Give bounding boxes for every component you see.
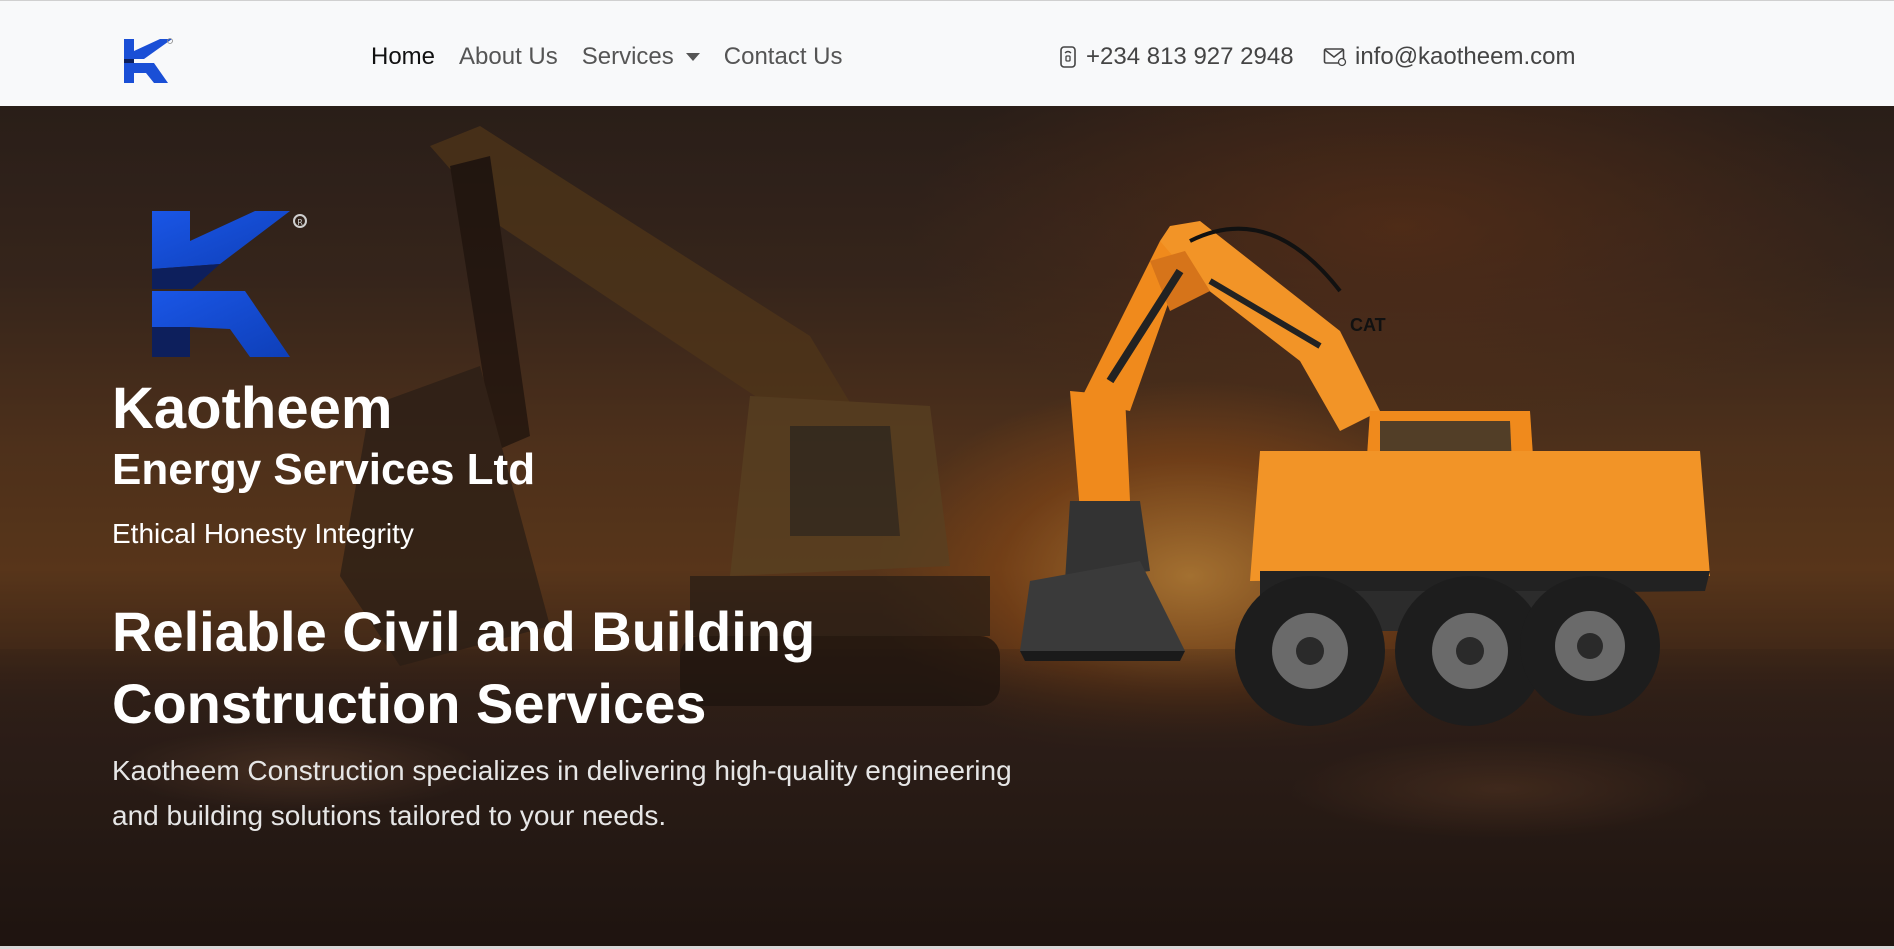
excavator-image: CAT [1020,221,1710,726]
hero-section: R Kaotheem Energy Services Ltd Ethical H… [0,106,1894,949]
svg-text:CAT: CAT [1350,315,1386,335]
nav-link-services-label: Services [581,43,674,70]
brand-subtitle: Energy Services Ltd [112,445,536,494]
envelope-icon [1323,48,1347,67]
brand-name: Kaotheem [112,376,393,441]
email-address: info@kaotheem.com [1355,43,1576,70]
caret-down-icon [685,53,700,61]
phone-number: +234 813 927 2948 [1086,43,1294,70]
phone-icon [1060,46,1076,68]
phone-contact[interactable]: +234 813 927 2948 [1058,39,1294,75]
email-contact[interactable]: info@kaotheem.com [1323,39,1575,75]
nav-link-contact-us[interactable]: Contact Us [712,39,855,75]
nav-link-services[interactable]: Services [570,39,712,75]
hero-headline: Reliable Civil and Building Construction… [112,600,816,735]
nav-link-home[interactable]: Home [371,39,447,75]
nav-link-about-us[interactable]: About Us [447,39,570,75]
hero-description: Kaotheem Construction specializes in del… [112,755,1012,831]
kaotheem-logo-icon[interactable] [120,37,174,85]
svg-text:R: R [297,218,303,227]
top-navbar: Home About Us Services Contact Us +234 8… [0,0,1894,106]
brand-tagline: Ethical Honesty Integrity [112,518,414,549]
main-nav: Home About Us Services Contact Us [371,39,855,75]
hero-logo-icon: R [152,211,307,357]
